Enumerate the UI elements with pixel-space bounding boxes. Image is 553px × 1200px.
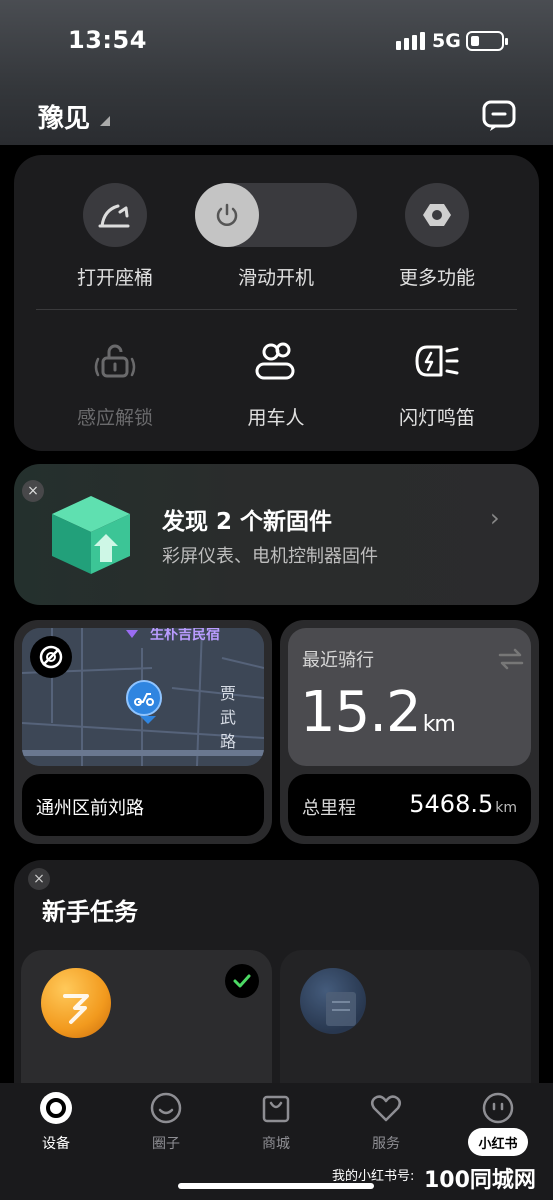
tab-device-label: 设备 (42, 1136, 70, 1152)
network-type: 5G (432, 30, 461, 52)
firmware-update-card[interactable]: × 发现 2 个新固件 彩屏仪表、电机控制器固件 › (14, 464, 539, 605)
proximity-unlock-label: 感应解锁 (76, 407, 153, 429)
tab-mall-label: 商城 (262, 1136, 290, 1152)
tab-mall[interactable]: 商城 (236, 1091, 316, 1153)
recent-ride-value: 15.2 (300, 680, 422, 745)
tasks-title: 新手任务 (42, 898, 138, 926)
recent-ride-card[interactable]: 最近骑行 15.2km 总里程 5468.5 km (280, 620, 539, 844)
open-seat-label: 打开座桶 (76, 267, 153, 289)
more-functions-label: 更多功能 (398, 267, 475, 289)
signal-icon (396, 32, 425, 50)
chevron-right-icon: › (490, 504, 500, 532)
tab-service[interactable]: 服务 (346, 1091, 426, 1153)
total-mileage-unit: km (495, 800, 517, 816)
tab-device[interactable]: 设备 (16, 1091, 96, 1153)
flash-horn-button[interactable]: 闪灯鸣笛 (372, 335, 502, 430)
slide-to-start-slider[interactable] (195, 183, 357, 247)
seat-open-icon (83, 183, 147, 247)
watermark-badge: 小红书 (468, 1128, 528, 1156)
watermark-site: 100同城网 (424, 1168, 536, 1193)
scooter-location-pin-icon[interactable] (126, 680, 162, 716)
watermark-text: 我的小红书号: (332, 1169, 415, 1184)
shopping-bag-icon (259, 1091, 293, 1125)
poi-label: 生朴吉民宿 (150, 628, 220, 643)
status-time: 13:54 (68, 26, 147, 54)
firmware-title: 发现 2 个新固件 (162, 509, 333, 535)
coin-icon (41, 968, 111, 1038)
swap-icon[interactable] (498, 648, 524, 670)
document-icon (300, 968, 366, 1034)
power-icon (216, 203, 238, 226)
headlight-icon (407, 335, 467, 387)
vehicle-controls-card: 打开座桶 滑动开机 更多功能 感应解锁 用车人 闪灯鸣笛 (14, 155, 539, 451)
road-label: 贾 武 路 (220, 684, 237, 751)
address-label: 通州区前刘路 (22, 774, 264, 836)
vehicle-users-label: 用车人 (247, 407, 305, 429)
status-bar: 13:54 5G (0, 0, 553, 80)
pin-tail (140, 716, 156, 724)
recent-ride-distance: 15.2km (300, 680, 456, 745)
face-icon (481, 1091, 515, 1125)
battery-icon (466, 31, 508, 51)
proximity-unlock-button[interactable]: 感应解锁 (50, 335, 180, 430)
recent-ride-label: 最近骑行 (302, 650, 374, 671)
tab-community-label: 圈子 (152, 1136, 180, 1152)
hex-nut-icon (405, 183, 469, 247)
smile-icon (149, 1091, 183, 1125)
close-icon[interactable]: × (22, 480, 44, 502)
total-mileage-value: 5468.5 (409, 790, 494, 818)
location-off-icon[interactable] (30, 636, 72, 678)
checkmark-icon (225, 964, 259, 998)
power-knob[interactable] (195, 183, 259, 247)
close-icon[interactable]: × (28, 868, 50, 890)
recent-ride-unit: km (422, 712, 456, 737)
open-seat-button[interactable]: 打开座桶 (50, 183, 180, 290)
vehicle-switch-caret-icon[interactable] (100, 116, 110, 126)
more-functions-button[interactable]: 更多功能 (372, 183, 502, 290)
recent-ride-panel[interactable]: 最近骑行 15.2km (288, 628, 531, 766)
device-icon (39, 1091, 73, 1125)
flash-horn-label: 闪灯鸣笛 (398, 407, 475, 429)
total-mileage-label: 总里程 (302, 798, 356, 819)
firmware-subtitle: 彩屏仪表、电机控制器固件 (162, 546, 378, 567)
total-mileage-panel: 总里程 5468.5 km (288, 774, 531, 836)
controls-divider (36, 309, 517, 310)
vehicle-users-button[interactable]: 用车人 (211, 335, 341, 430)
total-mileage-value-wrap: 5468.5 km (409, 790, 517, 818)
home-indicator[interactable] (178, 1183, 374, 1189)
firmware-cube-icon (52, 496, 130, 574)
unlock-icon (85, 335, 145, 387)
heart-icon (369, 1091, 403, 1125)
slide-start-label: 滑动开机 (237, 267, 314, 289)
vehicle-name[interactable]: 豫见 (38, 98, 90, 135)
map-view[interactable]: 生朴吉民宿 贾 武 路 (22, 628, 264, 766)
message-icon[interactable] (482, 100, 516, 132)
tab-community[interactable]: 圈子 (126, 1091, 206, 1153)
tab-service-label: 服务 (372, 1136, 400, 1152)
users-icon (246, 335, 306, 387)
location-card[interactable]: 生朴吉民宿 贾 武 路 通州区前刘路 (14, 620, 272, 844)
